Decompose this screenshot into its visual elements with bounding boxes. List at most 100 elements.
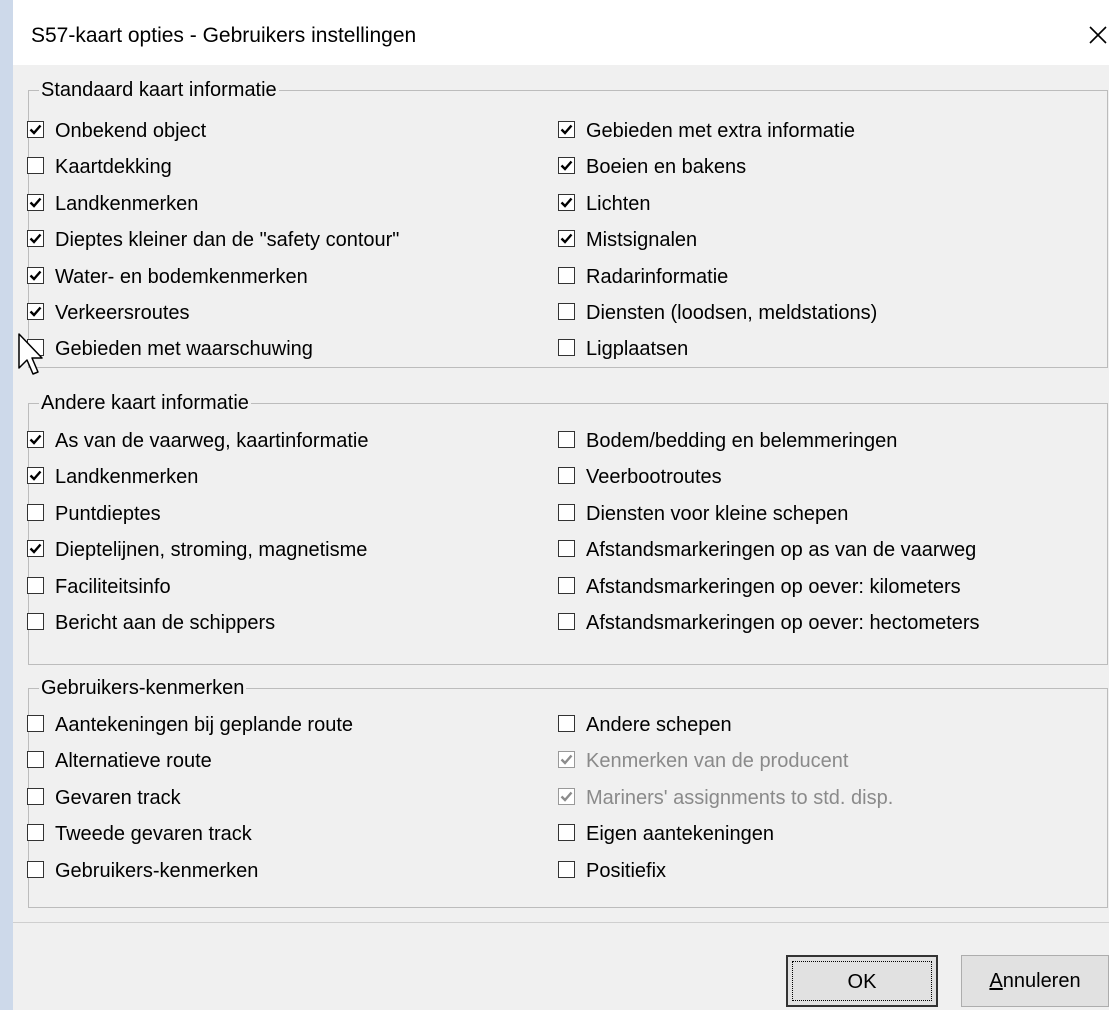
checkbox-box[interactable] [558, 193, 575, 211]
checkbox-box[interactable] [27, 193, 44, 211]
checkbox-box[interactable] [27, 860, 44, 878]
checkbox-box[interactable] [558, 503, 575, 521]
checkbox-label: Alternatieve route [55, 750, 212, 773]
checkbox-box[interactable] [27, 230, 44, 248]
checkbox-label: Onbekend object [55, 120, 207, 142]
checkbox-box[interactable] [558, 576, 575, 594]
checkbox-box[interactable] [27, 431, 44, 448]
checkbox-box[interactable] [27, 503, 44, 521]
checkbox-box[interactable] [27, 266, 44, 284]
button-separator [13, 922, 1109, 923]
checkbox-box[interactable] [558, 824, 575, 842]
checkbox-box[interactable] [27, 576, 44, 594]
checkmark-icon [560, 791, 573, 802]
checkbox-label: Gebieden met extra informatie [586, 120, 856, 142]
checkmark-icon [29, 543, 42, 554]
checkbox-label: Diensten (loodsen, meldstations) [586, 302, 878, 324]
checkbox-box[interactable] [558, 157, 575, 175]
checkbox-box[interactable] [27, 824, 44, 842]
checkbox-label: Lichten [586, 192, 651, 215]
group-legend-other: Andere kaart informatie [41, 392, 249, 414]
checkbox-label: Dieptes kleiner dan de "safety contour" [55, 229, 400, 252]
checkmark-icon [560, 197, 573, 208]
checkbox-box[interactable] [558, 121, 575, 138]
checkbox-box[interactable] [558, 230, 575, 248]
checkmark-icon [560, 124, 573, 135]
checkmark-icon [560, 161, 573, 172]
checkbox-box[interactable] [27, 715, 44, 732]
cancel-label: nnuleren [1002, 970, 1081, 992]
checkbox-label: Ligplaatsen [586, 338, 689, 361]
checkmark-icon [29, 124, 42, 135]
checkbox-box[interactable] [27, 613, 44, 630]
checkbox-box[interactable] [27, 303, 44, 320]
checkbox-box[interactable] [558, 613, 575, 630]
checkbox-label: Tweede gevaren track [55, 823, 252, 846]
checkbox-label: Eigen aantekeningen [586, 823, 774, 846]
checkbox-label: Aantekeningen bij geplande route [55, 714, 354, 736]
focus-rectangle [792, 961, 932, 1001]
checkbox-label: Landkenmerken [55, 466, 199, 489]
options-dialog: S57-kaart opties - Gebruikers instelling… [13, 0, 1109, 1010]
cancel-accelerator: A [989, 970, 1003, 992]
checkbox-label: Afstandsmarkeringen op oever: kilometers [586, 575, 961, 598]
checkbox-box[interactable] [558, 540, 575, 558]
checkbox-label: Diensten voor kleine schepen [586, 502, 849, 525]
checkbox-box[interactable] [27, 787, 44, 805]
checkbox-label: Radarinformatie [586, 265, 729, 288]
cancel-button[interactable]: Annuleren [961, 955, 1109, 1007]
checkbox-box[interactable] [558, 303, 575, 320]
checkbox-box[interactable] [558, 860, 575, 878]
checkbox-box[interactable] [27, 751, 44, 769]
dialog-body: Standaard kaart informatie Andere kaart … [13, 65, 1109, 1010]
checkbox-label: Faciliteitsinfo [55, 575, 171, 598]
checkbox-label: Gevaren track [55, 786, 181, 809]
checkbox-box[interactable] [27, 157, 44, 175]
mouse-pointer-icon [18, 333, 43, 375]
checkmark-icon [29, 233, 42, 244]
checkbox-label: Bericht aan de schippers [55, 612, 276, 634]
checkbox-label: Positiefix [586, 859, 667, 882]
checkbox-label: Water- en bodemkenmerken [55, 265, 308, 288]
checkbox-label: Afstandsmarkeringen op oever: hectometer… [586, 612, 980, 634]
ok-button[interactable]: OK [786, 955, 938, 1007]
checkbox-box[interactable] [558, 467, 575, 485]
checkbox-label: Afstandsmarkeringen op as van de vaarweg [586, 539, 977, 562]
checkbox-label: Andere schepen [586, 714, 732, 736]
checkbox-label: Boeien en bakens [586, 156, 747, 179]
checkbox-box[interactable] [27, 540, 44, 558]
checkbox-label: Bodem/bedding en belemmeringen [586, 430, 898, 452]
close-button[interactable] [1081, 16, 1109, 54]
checkmark-icon [560, 233, 573, 244]
checkmark-icon [560, 755, 573, 766]
checkmark-icon [29, 197, 42, 208]
checkbox-label: Landkenmerken [55, 192, 199, 215]
checkbox-label: Gebieden met waarschuwing [55, 338, 313, 361]
checkbox-box[interactable] [558, 266, 575, 284]
checkbox-label: Gebruikers-kenmerken [55, 859, 259, 882]
checkbox-label: Mariners' assignments to std. disp. [586, 786, 894, 809]
dialog-title: S57-kaart opties - Gebruikers instelling… [31, 24, 417, 47]
group-legend-user: Gebruikers-kenmerken [41, 677, 245, 699]
close-icon [1089, 26, 1107, 44]
checkmark-icon [29, 471, 42, 482]
checkbox-box[interactable] [558, 431, 575, 448]
checkbox-box [558, 751, 575, 769]
checkbox-label: Mistsignalen [586, 229, 698, 252]
checkbox-box[interactable] [558, 339, 575, 357]
checkbox-label: Veerbootroutes [586, 466, 722, 489]
checkmark-icon [29, 270, 42, 281]
checkbox-box[interactable] [27, 467, 44, 485]
checkbox-label: Verkeersroutes [55, 302, 190, 324]
checkbox-box [558, 787, 575, 805]
checkbox-label: Kenmerken van de producent [586, 750, 849, 773]
checkbox-label: Puntdieptes [55, 502, 161, 525]
checkbox-label: As van de vaarweg, kaartinformatie [55, 430, 369, 452]
checkbox-box[interactable] [558, 715, 575, 732]
group-legend-standard: Standaard kaart informatie [41, 79, 277, 101]
checkmark-icon [29, 306, 42, 317]
checkbox-label: Dieptelijnen, stroming, magnetisme [55, 539, 368, 562]
checkbox-label: Kaartdekking [55, 156, 172, 179]
checkbox-box[interactable] [27, 121, 44, 138]
checkmark-icon [29, 434, 42, 445]
